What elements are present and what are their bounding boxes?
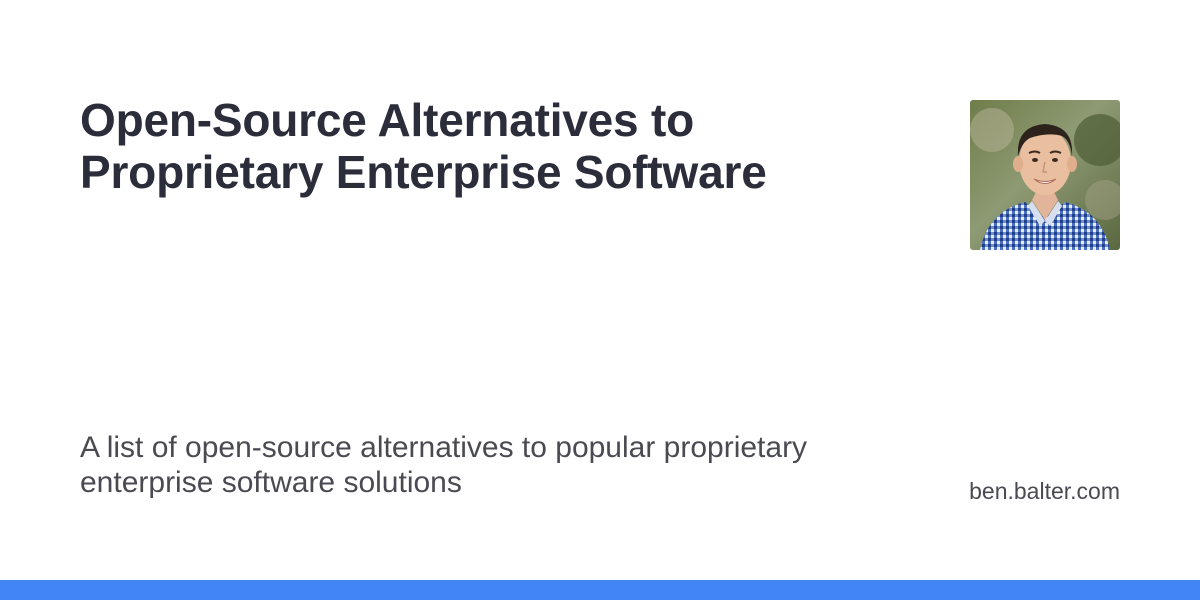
author-portrait-icon: [970, 100, 1120, 250]
page-title: Open-Source Alternatives to Proprietary …: [80, 94, 767, 198]
site-domain: ben.balter.com: [969, 478, 1120, 504]
accent-bar: [0, 580, 1200, 600]
social-card: Open-Source Alternatives to Proprietary …: [0, 0, 1200, 600]
author-avatar: [970, 100, 1120, 250]
page-description: A list of open-source alternatives to po…: [80, 431, 808, 499]
